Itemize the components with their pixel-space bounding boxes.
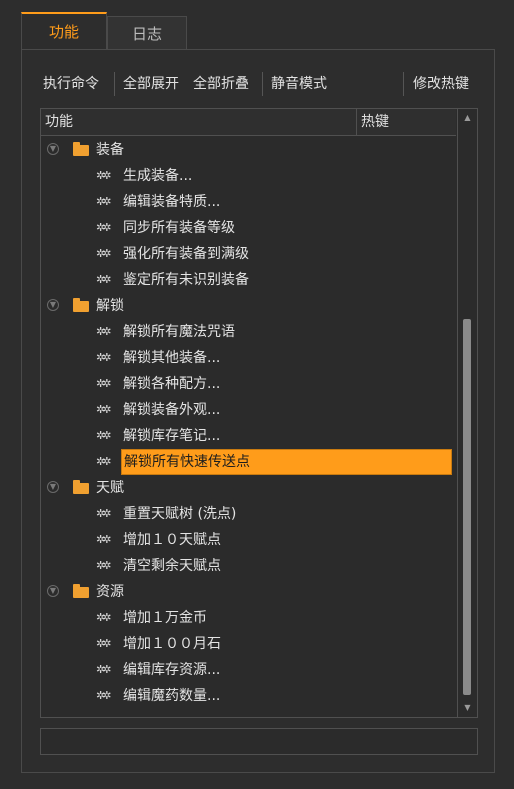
folder-icon [73,584,89,598]
expand-all-button[interactable]: 全部展开 [123,70,179,98]
toolbar-separator [114,72,115,96]
tree-item[interactable]: ✲✲ 编辑装备特质... [41,189,456,215]
collapse-circle-icon[interactable]: ▼ [47,585,59,597]
gears-icon: ✲✲ [96,403,111,416]
item-label: 增加１万金币 [123,610,207,626]
item-label: 清空剩余天赋点 [123,558,221,574]
item-label: 解锁库存笔记... [123,428,221,444]
tree-item[interactable]: ✲✲ 解锁各种配方... [41,371,456,397]
item-label: 解锁装备外观... [123,402,221,418]
tree-item[interactable]: ✲✲ 生成装备... [41,163,456,189]
execute-command-button[interactable]: 执行命令 [43,70,99,98]
tree-item[interactable]: ✲✲ 重置天赋树 (洗点) [41,501,456,527]
scrollbar-thumb[interactable] [463,319,471,695]
gears-icon: ✲✲ [96,273,111,286]
item-label: 同步所有装备等级 [123,220,235,236]
category-label: 装备 [96,142,124,158]
tree-item[interactable]: ✲✲ 解锁装备外观... [41,397,456,423]
silent-mode-button[interactable]: 静音模式 [271,70,327,98]
category-label: 天赋 [96,480,124,496]
tree-header: 功能 热键 [41,109,456,136]
column-header-hotkey[interactable]: 热键 [361,109,389,135]
column-header-function[interactable]: 功能 [45,109,73,135]
tree-item[interactable]: ✲✲ 解锁库存笔记... [41,423,456,449]
item-label: 解锁其他装备... [123,350,221,366]
gears-icon: ✲✲ [96,507,111,520]
scroll-down-icon[interactable]: ▼ [458,699,477,717]
tree-item[interactable]: ✲✲ 强化所有装备到满级 [41,241,456,267]
tree-item[interactable]: ✲✲ 编辑魔药数量... [41,683,456,709]
toolbar-separator [403,72,404,96]
tree-category[interactable]: ▼ 装备 [41,137,456,163]
gears-icon: ✲✲ [96,663,111,676]
gears-icon: ✲✲ [96,429,111,442]
gears-icon: ✲✲ [96,455,111,468]
item-label: 解锁所有魔法咒语 [123,324,235,340]
item-label: 解锁各种配方... [123,376,221,392]
item-label: 编辑魔药数量... [123,688,221,704]
edit-hotkey-button[interactable]: 修改热键 [413,70,469,98]
tree-item[interactable]: ✲✲ 增加１万金币 [41,605,456,631]
gears-icon: ✲✲ [96,689,111,702]
gears-icon: ✲✲ [96,637,111,650]
scroll-up-icon[interactable]: ▲ [458,109,477,127]
item-label: 重置天赋树 (洗点) [123,506,237,522]
tree-category[interactable]: ▼ 天赋 [41,475,456,501]
tree-item[interactable]: ✲✲ 增加１０天赋点 [41,527,456,553]
gears-icon: ✲✲ [96,377,111,390]
tree-item[interactable]: ✲✲ 编辑库存资源... [41,657,456,683]
category-label: 解锁 [96,298,124,314]
toolbar-separator [262,72,263,96]
gears-icon: ✲✲ [96,247,111,260]
tree-item[interactable]: ✲✲ 解锁其他装备... [41,345,456,371]
status-field [40,728,478,755]
collapse-circle-icon[interactable]: ▼ [47,299,59,311]
folder-icon [73,480,89,494]
gears-icon: ✲✲ [96,221,111,234]
tree-item-selected[interactable]: ✲✲ 解锁所有快速传送点 [41,449,456,475]
item-label: 增加１０天赋点 [123,532,221,548]
collapse-circle-icon[interactable]: ▼ [47,481,59,493]
gears-icon: ✲✲ [96,325,111,338]
category-label: 资源 [96,584,124,600]
folder-icon [73,298,89,312]
item-label: 生成装备... [123,168,193,184]
tree-item[interactable]: ✲✲ 鉴定所有未识别装备 [41,267,456,293]
tab-log[interactable]: 日志 [107,16,187,50]
gears-icon: ✲✲ [96,169,111,182]
item-label: 鉴定所有未识别装备 [123,272,249,288]
item-label: 强化所有装备到满级 [123,246,249,262]
gears-icon: ✲✲ [96,351,111,364]
tree-item[interactable]: ✲✲ 解锁所有魔法咒语 [41,319,456,345]
vertical-scrollbar[interactable]: ▲ ▼ [457,109,477,717]
gears-icon: ✲✲ [96,195,111,208]
functions-panel: 执行命令 全部展开 全部折叠 静音模式 修改热键 功能 热键 ▼ 装备 ✲✲ 生成… [21,49,495,773]
gears-icon: ✲✲ [96,533,111,546]
tree-category[interactable]: ▼ 资源 [41,579,456,605]
tree-item[interactable]: ✲✲ 增加１００月石 [41,631,456,657]
tree-item[interactable]: ✲✲ 同步所有装备等级 [41,215,456,241]
tree-item[interactable]: ✲✲ 清空剩余天赋点 [41,553,456,579]
item-label: 编辑库存资源... [123,662,221,678]
toolbar: 执行命令 全部展开 全部折叠 静音模式 修改热键 [22,70,494,98]
gears-icon: ✲✲ [96,559,111,572]
item-label: 编辑装备特质... [123,194,221,210]
collapse-circle-icon[interactable]: ▼ [47,143,59,155]
gears-icon: ✲✲ [96,611,111,624]
folder-icon [73,142,89,156]
item-label: 增加１００月石 [123,636,221,652]
tree-category[interactable]: ▼ 解锁 [41,293,456,319]
tree-rows: ▼ 装备 ✲✲ 生成装备... ✲✲ 编辑装备特质... ✲✲ 同步所有装备等级 ✲✲… [41,137,456,709]
collapse-all-button[interactable]: 全部折叠 [193,70,249,98]
item-label: 解锁所有快速传送点 [121,449,452,475]
tab-functions[interactable]: 功能 [21,12,107,51]
column-divider[interactable] [356,109,357,135]
function-tree[interactable]: 功能 热键 ▼ 装备 ✲✲ 生成装备... ✲✲ 编辑装备特质... ✲✲ 同步所有装… [40,108,478,718]
